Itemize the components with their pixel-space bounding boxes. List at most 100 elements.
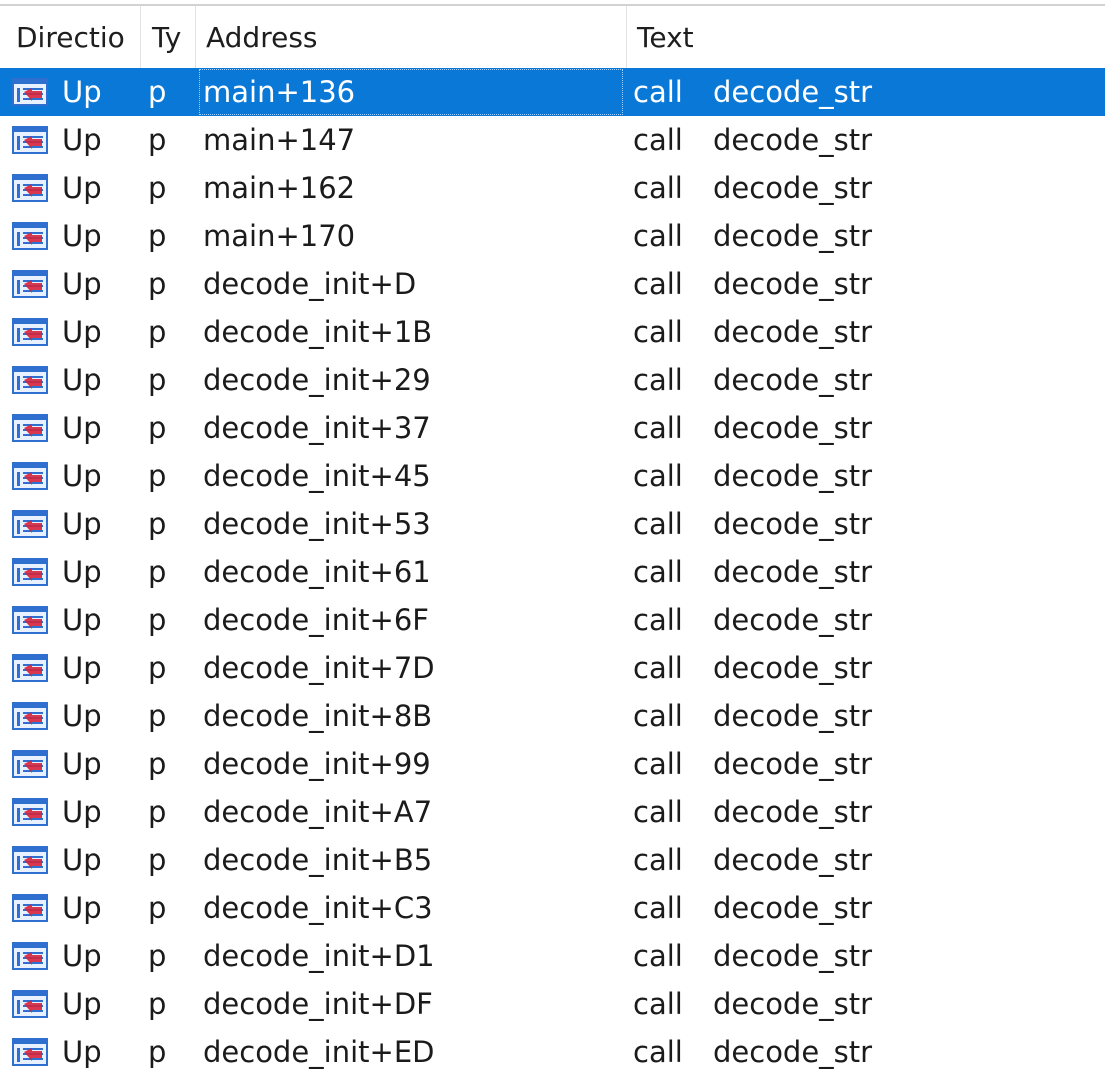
table-row[interactable]: Up p main+136 call decode_str [0, 68, 1105, 116]
xref-code-icon [12, 942, 48, 970]
table-row[interactable]: Up p decode_init+53 call decode_str [0, 500, 1105, 548]
row-address: decode_init+99 [203, 747, 431, 781]
xref-code-icon [12, 606, 48, 634]
row-text-mnemonic: call [633, 939, 683, 973]
row-type: p [148, 219, 167, 253]
table-row[interactable]: Up p decode_init+37 call decode_str [0, 404, 1105, 452]
row-type: p [148, 843, 167, 877]
xref-code-icon [12, 654, 48, 682]
row-type: p [148, 75, 167, 109]
table-row[interactable]: Up p decode_init+ED call decode_str [0, 1028, 1105, 1076]
row-text-mnemonic: call [633, 795, 683, 829]
row-type: p [148, 555, 167, 589]
row-address: decode_init+45 [203, 459, 431, 493]
column-divider[interactable] [140, 6, 141, 68]
table-row[interactable]: Up p decode_init+D call decode_str [0, 260, 1105, 308]
table-row[interactable]: Up p decode_init+6F call decode_str [0, 596, 1105, 644]
row-text-mnemonic: call [633, 123, 683, 157]
row-text-operand: decode_str [713, 747, 873, 781]
column-header-text[interactable]: Text [627, 6, 1105, 68]
table-row[interactable]: Up p main+162 call decode_str [0, 164, 1105, 212]
xref-code-icon [12, 510, 48, 538]
row-direction: Up [62, 651, 102, 685]
row-text-operand: decode_str [713, 987, 873, 1021]
table-row[interactable]: Up p decode_init+DF call decode_str [0, 980, 1105, 1028]
row-direction: Up [62, 603, 102, 637]
row-text-operand: decode_str [713, 843, 873, 877]
row-text-mnemonic: call [633, 411, 683, 445]
row-direction: Up [62, 459, 102, 493]
row-type: p [148, 171, 167, 205]
row-text-operand: decode_str [713, 123, 873, 157]
table-row[interactable]: Up p decode_init+8B call decode_str [0, 692, 1105, 740]
row-direction: Up [62, 987, 102, 1021]
row-type: p [148, 795, 167, 829]
row-type: p [148, 507, 167, 541]
row-address: decode_init+A7 [203, 795, 433, 829]
xref-code-icon [12, 846, 48, 874]
row-address: decode_init+ED [203, 1035, 435, 1069]
row-direction: Up [62, 363, 102, 397]
table-header: Directio Ty Address Text [0, 6, 1105, 68]
row-address: decode_init+DF [203, 987, 433, 1021]
xrefs-table: Directio Ty Address Text Up p main+136 call… [0, 6, 1105, 1076]
table-row[interactable]: Up p decode_init+C3 call decode_str [0, 884, 1105, 932]
table-body: Up p main+136 call decode_str Up p main+147 call… [0, 68, 1105, 1076]
table-row[interactable]: Up p main+170 call decode_str [0, 212, 1105, 260]
table-row[interactable]: Up p decode_init+61 call decode_str [0, 548, 1105, 596]
table-row[interactable]: Up p decode_init+7D call decode_str [0, 644, 1105, 692]
row-type: p [148, 747, 167, 781]
xref-code-icon [12, 318, 48, 346]
table-row[interactable]: Up p decode_init+D1 call decode_str [0, 932, 1105, 980]
table-row[interactable]: Up p decode_init+B5 call decode_str [0, 836, 1105, 884]
xref-code-icon [12, 750, 48, 778]
row-address: decode_init+29 [203, 363, 431, 397]
xref-code-icon [12, 894, 48, 922]
row-address: decode_init+1B [203, 315, 433, 349]
column-header-type[interactable]: Ty [142, 6, 196, 68]
row-type: p [148, 1035, 167, 1069]
row-text-operand: decode_str [713, 891, 873, 925]
column-header-address[interactable]: Address [196, 6, 626, 68]
table-row[interactable]: Up p decode_init+29 call decode_str [0, 356, 1105, 404]
row-text-mnemonic: call [633, 219, 683, 253]
row-text-mnemonic: call [633, 747, 683, 781]
row-text-operand: decode_str [713, 795, 873, 829]
table-row[interactable]: Up p decode_init+45 call decode_str [0, 452, 1105, 500]
xref-code-icon [12, 222, 48, 250]
row-address: decode_init+C3 [203, 891, 433, 925]
row-address: decode_init+D [203, 267, 417, 301]
row-direction: Up [62, 411, 102, 445]
row-text-mnemonic: call [633, 603, 683, 637]
xref-code-icon [12, 462, 48, 490]
row-text-operand: decode_str [713, 699, 873, 733]
xref-code-icon [12, 78, 48, 106]
xref-code-icon [12, 174, 48, 202]
row-text-operand: decode_str [713, 267, 873, 301]
table-row[interactable]: Up p main+147 call decode_str [0, 116, 1105, 164]
row-text-mnemonic: call [633, 507, 683, 541]
table-row[interactable]: Up p decode_init+1B call decode_str [0, 308, 1105, 356]
row-text-operand: decode_str [713, 651, 873, 685]
row-text-mnemonic: call [633, 843, 683, 877]
xref-code-icon [12, 558, 48, 586]
row-text-operand: decode_str [713, 939, 873, 973]
row-text-operand: decode_str [713, 411, 873, 445]
row-direction: Up [62, 843, 102, 877]
row-type: p [148, 459, 167, 493]
row-text-operand: decode_str [713, 171, 873, 205]
row-text-mnemonic: call [633, 267, 683, 301]
table-row[interactable]: Up p decode_init+A7 call decode_str [0, 788, 1105, 836]
xref-code-icon [12, 414, 48, 442]
table-row[interactable]: Up p decode_init+99 call decode_str [0, 740, 1105, 788]
column-header-direction[interactable]: Directio [8, 6, 140, 68]
xref-code-icon [12, 798, 48, 826]
row-text-operand: decode_str [713, 1035, 873, 1069]
row-direction: Up [62, 75, 102, 109]
row-address: decode_init+6F [203, 603, 429, 637]
row-text-operand: decode_str [713, 315, 873, 349]
row-text-mnemonic: call [633, 1035, 683, 1069]
row-direction: Up [62, 123, 102, 157]
row-address: decode_init+53 [203, 507, 431, 541]
row-type: p [148, 363, 167, 397]
